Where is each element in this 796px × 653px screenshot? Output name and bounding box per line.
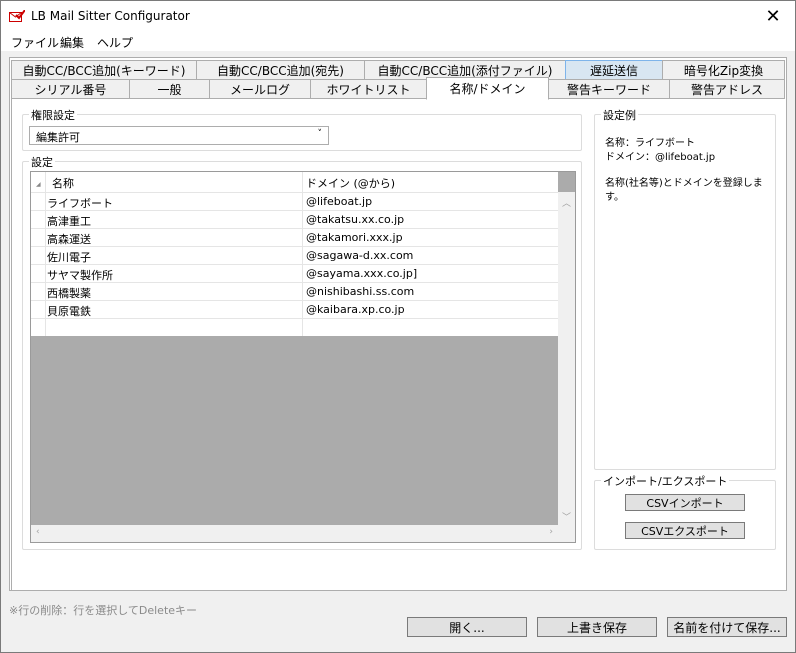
row-header[interactable] (31, 265, 46, 282)
column-header-domain[interactable]: ドメイン (@から) (306, 175, 395, 191)
cell-name[interactable]: 貝原電鉄 (47, 303, 302, 319)
settings-group: 設定 ◢ 名称 ドメイン (@から) ライフボート @lifeboat.jp 高津重… (22, 154, 582, 550)
menu-edit[interactable]: 編集 (60, 34, 84, 51)
example-legend: 設定例 (601, 107, 638, 123)
row-header[interactable] (31, 193, 46, 210)
cell-domain[interactable]: @takatsu.xx.co.jp (306, 213, 404, 226)
menu-file[interactable]: ファイル (11, 34, 59, 51)
cell-name[interactable]: 西橋製薬 (47, 285, 302, 301)
new-row[interactable] (31, 318, 558, 336)
row-header[interactable] (31, 229, 46, 246)
domain-table[interactable]: ◢ 名称 ドメイン (@から) ライフボート @lifeboat.jp 高津重工 @t… (30, 171, 576, 543)
example-domain: ドメイン：@lifeboat.jp (605, 152, 716, 163)
cell-domain[interactable]: @nishibashi.ss.com (306, 285, 414, 298)
menu-bar: ファイル 編集 ヘルプ (1, 32, 795, 52)
title-bar: LB Mail Sitter Configurator ✕ (1, 1, 795, 32)
cell-domain[interactable]: @kaibara.xp.co.jp (306, 303, 405, 316)
cell-name[interactable]: 高森運送 (47, 231, 302, 247)
row-header[interactable] (31, 301, 46, 318)
table-row[interactable]: サヤマ製作所 @sayama.xxx.co.jp] (31, 264, 558, 282)
cell-domain[interactable]: @takamori.xxx.jp (306, 231, 403, 244)
scroll-up-icon[interactable]: ︿ (562, 196, 571, 209)
tab-mail-log[interactable]: メールログ (209, 79, 311, 99)
cell-divider (302, 193, 303, 210)
cell-divider (302, 283, 303, 300)
tab-panel-name-domain: 権限設定 編集許可 ˅ 設定 ◢ 名称 ドメイン (@から) ライフボート @li… (11, 99, 787, 591)
sort-indicator-icon: ◢ (36, 181, 41, 188)
tab-auto-cc-recipient[interactable]: 自動CC/BCC追加(宛先) (196, 60, 365, 80)
tab-name-domain[interactable]: 名称/ドメイン (426, 77, 549, 100)
example-description: 名称(社名等)とドメインを登録します。 (605, 178, 763, 203)
overwrite-save-button[interactable]: 上書き保存 (537, 617, 657, 637)
table-row[interactable]: ライフボート @lifeboat.jp (31, 192, 558, 210)
cell-divider (302, 319, 303, 336)
close-button[interactable]: ✕ (751, 1, 795, 32)
open-button[interactable]: 開く... (407, 617, 527, 637)
mail-check-icon (9, 10, 25, 22)
table-header: ◢ 名称 ドメイン (@から) (31, 172, 558, 192)
tab-serial-number[interactable]: シリアル番号 (11, 79, 130, 99)
scroll-down-icon[interactable]: ﹀ (562, 510, 571, 523)
csv-export-button[interactable]: CSVエクスポート (625, 522, 745, 539)
row-header[interactable] (31, 247, 46, 264)
permission-legend: 権限設定 (29, 107, 77, 123)
chevron-down-icon: ˅ (317, 129, 323, 139)
cell-divider (302, 211, 303, 228)
settings-legend: 設定 (29, 154, 55, 170)
cell-domain[interactable]: @sayama.xxx.co.jp] (306, 267, 417, 280)
table-row[interactable]: 貝原電鉄 @kaibara.xp.co.jp (31, 300, 558, 318)
import-export-legend: インポート/エクスポート (601, 473, 730, 489)
example-name: 名称：ライフボート (605, 138, 695, 149)
row-header[interactable] (31, 211, 46, 228)
header-corner: ◢ (31, 172, 46, 192)
close-icon: ✕ (765, 6, 781, 27)
window-title: LB Mail Sitter Configurator (31, 9, 190, 23)
cell-name[interactable]: 高津重工 (47, 213, 302, 229)
cell-divider (302, 247, 303, 264)
cell-name[interactable]: サヤマ製作所 (47, 267, 302, 283)
cell-domain[interactable]: @sagawa-d.xx.com (306, 249, 413, 262)
scroll-left-icon[interactable]: ‹ (36, 527, 40, 537)
import-export-group: インポート/エクスポート CSVインポート CSVエクスポート (594, 473, 776, 550)
permission-select[interactable]: 編集許可 ˅ (29, 126, 329, 145)
tab-whitelist[interactable]: ホワイトリスト (310, 79, 427, 99)
row-header[interactable] (31, 319, 46, 336)
menu-help[interactable]: ヘルプ (97, 34, 133, 51)
tab-warning-address[interactable]: 警告アドレス (669, 79, 785, 99)
cell-divider (302, 301, 303, 318)
scroll-right-icon[interactable]: › (549, 527, 553, 537)
example-group: 設定例 名称：ライフボート ドメイン：@lifeboat.jp 名称(社名等)と… (594, 107, 776, 470)
table-row[interactable]: 高森運送 @takamori.xxx.jp (31, 228, 558, 246)
cell-divider (302, 229, 303, 246)
permission-value: 編集許可 (36, 131, 80, 144)
tab-warning-keyword[interactable]: 警告キーワード (548, 79, 670, 99)
column-header-name[interactable]: 名称 (52, 175, 74, 191)
table-row[interactable]: 佐川電子 @sagawa-d.xx.com (31, 246, 558, 264)
delete-row-hint: ※行の削除：行を選択してDeleteキー (9, 604, 198, 617)
table-row[interactable]: 西橋製薬 @nishibashi.ss.com (31, 282, 558, 300)
cell-name[interactable]: 佐川電子 (47, 249, 302, 265)
tab-zip-encryption[interactable]: 暗号化Zip変換 (662, 60, 785, 80)
tab-auto-cc-keyword[interactable]: 自動CC/BCC追加(キーワード) (11, 60, 197, 80)
header-divider (302, 172, 303, 192)
permission-group: 権限設定 編集許可 ˅ (22, 107, 582, 151)
cell-name[interactable]: ライフボート (47, 195, 302, 211)
cell-domain[interactable]: @lifeboat.jp (306, 195, 372, 208)
row-header[interactable] (31, 283, 46, 300)
csv-import-button[interactable]: CSVインポート (625, 494, 745, 511)
horizontal-scrollbar[interactable]: ‹ › (31, 525, 558, 542)
save-as-button[interactable]: 名前を付けて保存... (667, 617, 787, 637)
scroll-corner (558, 525, 575, 542)
cell-divider (302, 265, 303, 282)
tab-general[interactable]: 一般 (129, 79, 210, 99)
vertical-scrollbar[interactable]: ︿ ﹀ (558, 192, 575, 527)
table-row[interactable]: 高津重工 @takatsu.xx.co.jp (31, 210, 558, 228)
tab-delayed-send[interactable]: 遅延送信 (565, 60, 663, 80)
